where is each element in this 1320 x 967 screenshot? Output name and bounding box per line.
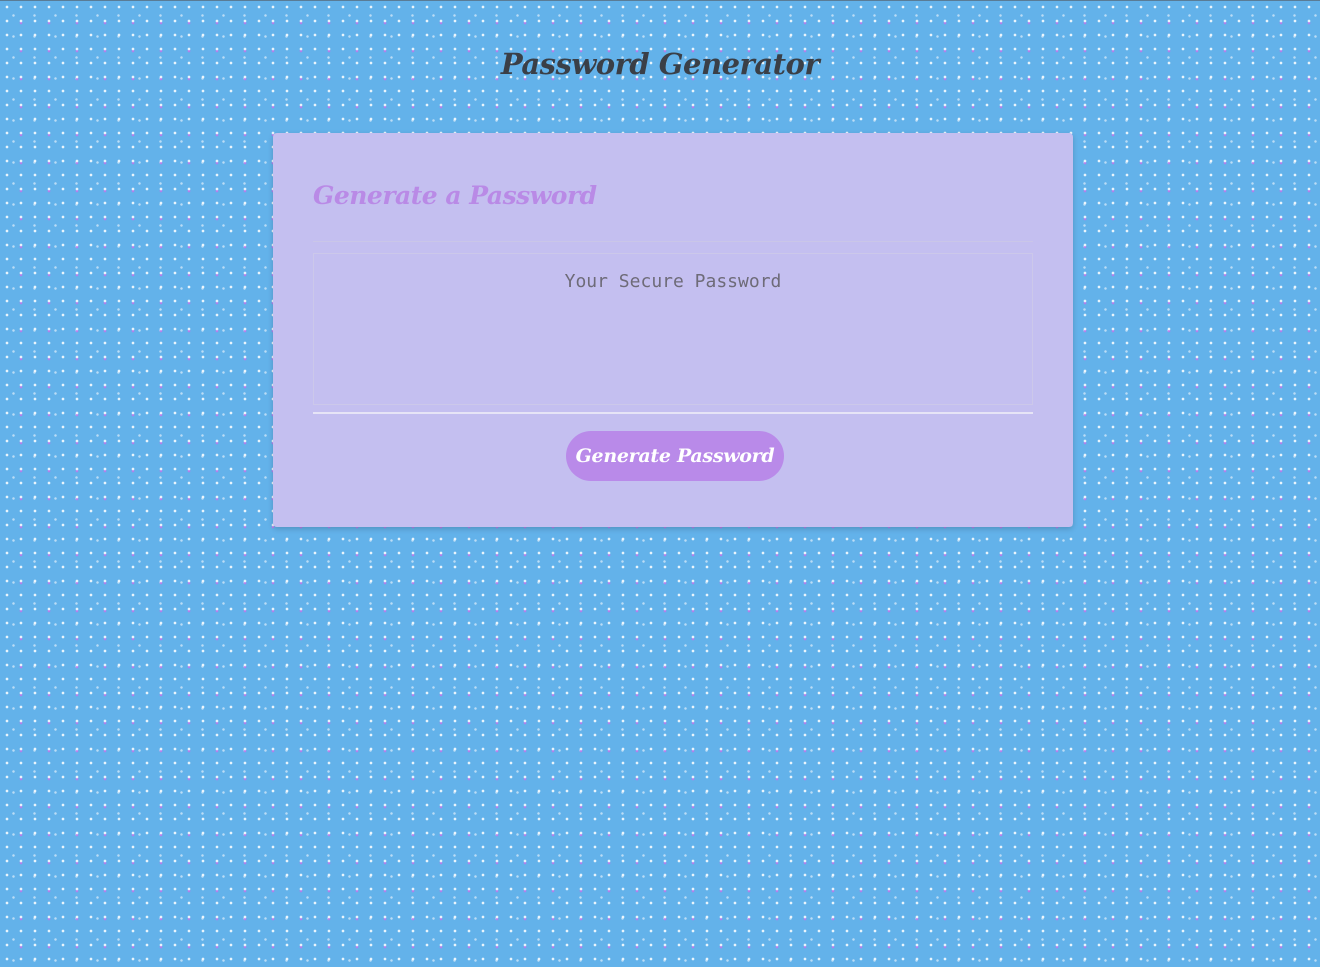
header-divider [313, 241, 1033, 242]
card-header: Generate a Password [313, 181, 597, 210]
page-title: Password Generator [500, 47, 820, 81]
password-output[interactable] [313, 253, 1033, 405]
generate-password-button[interactable]: Generate Password [566, 431, 784, 481]
generator-card: Generate a Password Generate Password [273, 133, 1073, 527]
footer-divider [313, 412, 1033, 414]
